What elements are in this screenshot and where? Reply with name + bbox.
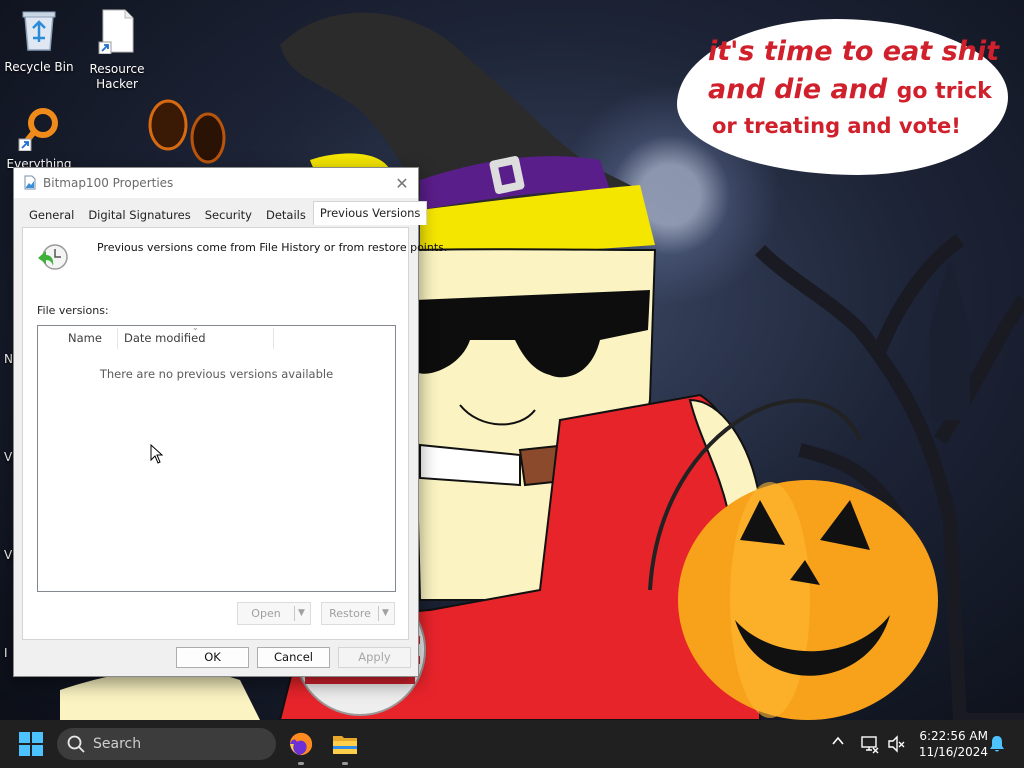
recycle-bin-icon bbox=[0, 8, 78, 56]
list-header: Name Date modified ⌄ bbox=[38, 323, 395, 351]
file-versions-label: File versions: bbox=[37, 304, 109, 317]
column-divider[interactable] bbox=[117, 328, 118, 349]
running-indicator bbox=[298, 762, 304, 765]
sort-arrow-icon: ⌄ bbox=[192, 323, 199, 332]
desktop-icon-recycle-bin[interactable]: Recycle Bin bbox=[0, 8, 78, 75]
tab-details[interactable]: Details bbox=[259, 204, 313, 225]
file-explorer-icon bbox=[329, 736, 361, 763]
desktop-icon-label: Recycle Bin bbox=[4, 60, 74, 74]
firefox-icon bbox=[285, 732, 317, 763]
volume-muted-icon[interactable] bbox=[887, 734, 907, 757]
taskbar-search-box[interactable]: Search bbox=[57, 728, 276, 760]
mouse-pointer-icon bbox=[150, 443, 164, 467]
everything-search-icon bbox=[0, 105, 78, 155]
taskbar-file-explorer[interactable] bbox=[329, 728, 361, 765]
tab-general[interactable]: General bbox=[22, 204, 81, 225]
close-icon: ✕ bbox=[395, 173, 409, 193]
tab-digital-signatures[interactable]: Digital Signatures bbox=[81, 204, 197, 225]
desktop-icon-resource-hacker[interactable]: Resource Hacker bbox=[78, 8, 156, 92]
tab-security[interactable]: Security bbox=[198, 204, 259, 225]
window-title: Bitmap100 Properties bbox=[43, 176, 174, 190]
restore-button-label: Restore bbox=[329, 607, 371, 620]
clock-time: 6:22:56 AM bbox=[919, 729, 988, 743]
cancel-button[interactable]: Cancel bbox=[257, 647, 330, 668]
desktop-icon-everything[interactable]: Everything bbox=[0, 105, 78, 172]
search-placeholder: Search bbox=[93, 736, 142, 752]
column-divider[interactable] bbox=[273, 328, 274, 349]
bubble-line-2b: go trick bbox=[896, 79, 992, 104]
split-divider bbox=[378, 606, 379, 621]
document-shortcut-icon bbox=[78, 8, 156, 58]
chevron-down-icon[interactable]: ▼ bbox=[382, 603, 389, 624]
windows-logo-icon bbox=[19, 732, 43, 759]
ok-button[interactable]: OK bbox=[176, 647, 249, 668]
empty-list-message: There are no previous versions available bbox=[99, 367, 334, 381]
bitmap-file-icon bbox=[24, 175, 36, 193]
start-button[interactable] bbox=[19, 732, 43, 759]
properties-dialog: Bitmap100 Properties ✕ General Digital S… bbox=[13, 167, 447, 677]
column-header-name[interactable]: Name bbox=[68, 326, 102, 351]
split-divider bbox=[294, 606, 295, 621]
desktop-icon-label-partial: V bbox=[4, 450, 13, 464]
tab-strip: General Digital Signatures Security Deta… bbox=[22, 201, 428, 226]
speech-bubble: it's time to eat shit and die and go tri… bbox=[680, 22, 1005, 172]
chevron-down-icon[interactable]: ▼ bbox=[298, 603, 305, 624]
bubble-line-1: it's time to eat shit bbox=[708, 36, 1000, 67]
bubble-line-3: or treating and vote! bbox=[712, 114, 961, 138]
taskbar: Search 6:22:56 AM 11/16/2024 bbox=[0, 720, 1024, 768]
restore-split-button[interactable]: Restore ▼ bbox=[321, 602, 395, 625]
system-clock[interactable]: 6:22:56 AM 11/16/2024 bbox=[910, 728, 988, 760]
file-versions-list[interactable]: Name Date modified ⌄ There are no previo… bbox=[37, 323, 396, 592]
taskbar-firefox[interactable] bbox=[285, 728, 317, 765]
open-split-button[interactable]: Open ▼ bbox=[237, 602, 311, 625]
open-button-label: Open bbox=[251, 607, 281, 620]
tab-previous-versions[interactable]: Previous Versions bbox=[312, 201, 428, 225]
network-icon[interactable] bbox=[860, 734, 880, 757]
desktop-icon-label-partial: N bbox=[4, 352, 13, 366]
previous-versions-panel: Previous versions come from File History… bbox=[22, 227, 447, 640]
notification-bell-icon[interactable] bbox=[989, 735, 1005, 756]
apply-button[interactable]: Apply bbox=[338, 647, 411, 668]
close-button[interactable]: ✕ bbox=[386, 168, 418, 198]
bubble-line-2a: and die and bbox=[708, 74, 888, 105]
restore-clock-icon bbox=[36, 242, 70, 275]
clock-date: 11/16/2024 bbox=[918, 745, 988, 759]
bubble-line-2: and die and go trick bbox=[708, 74, 992, 105]
show-hidden-icons-chevron-up-icon[interactable] bbox=[831, 734, 845, 751]
desktop-icon-label-partial: I bbox=[4, 646, 8, 660]
search-icon bbox=[67, 735, 85, 756]
intro-text: Previous versions come from File History… bbox=[97, 241, 448, 254]
desktop-icon-label: Resource Hacker bbox=[89, 62, 145, 91]
running-indicator bbox=[342, 762, 348, 765]
title-bar[interactable]: Bitmap100 Properties ✕ bbox=[14, 168, 418, 198]
